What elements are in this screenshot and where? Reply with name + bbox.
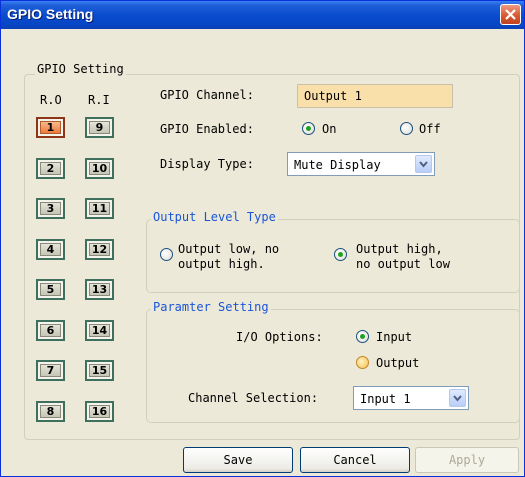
enabled-off-radio[interactable] [400,122,413,135]
io-options-label: I/O Options: [236,330,323,344]
close-icon [505,9,516,20]
channel-selection-select[interactable]: Input 1 [353,386,469,410]
window-title: GPIO Setting [7,6,94,22]
channel-button-label: 7 [40,364,61,377]
channel-button-10[interactable]: 10 [85,157,114,179]
channel-button-label: 13 [89,283,110,296]
enabled-on-radio[interactable] [302,122,315,135]
output-low-radio[interactable] [160,248,173,261]
gpio-channel-label: GPIO Channel: [160,88,254,102]
channel-selection-value: Input 1 [360,392,411,406]
ro-column-header: R.O [40,93,62,107]
gpio-channel-value: Output 1 [304,89,362,103]
channel-button-label: 4 [40,242,61,256]
io-input-label[interactable]: Input [376,330,412,344]
channel-button-7[interactable]: 7 [36,360,65,381]
io-output-label[interactable]: Output [376,356,419,370]
gpio-setting-legend: GPIO Setting [35,62,126,76]
output-level-type-legend: Output Level Type [151,210,278,224]
ri-column-header: R.I [88,93,110,107]
channel-button-label: 16 [89,404,110,418]
channel-button-5[interactable]: 5 [36,279,65,300]
io-input-radio[interactable] [356,330,369,343]
channel-button-14[interactable]: 14 [85,319,114,341]
channel-button-label: 6 [40,323,61,337]
channel-button-16[interactable]: 16 [85,400,114,422]
channel-button-4[interactable]: 4 [36,238,65,260]
cancel-button[interactable]: Cancel [300,447,410,473]
gpio-channel-field[interactable]: Output 1 [297,84,453,108]
channel-button-label: 8 [40,404,61,418]
channel-button-label: 2 [40,161,61,175]
display-type-dropdown-button[interactable] [415,155,432,173]
parameter-setting-legend: Paramter Setting [151,300,271,314]
channel-button-8[interactable]: 8 [36,400,65,422]
output-high-label[interactable]: Output high, no output low [356,242,450,272]
display-type-select[interactable]: Mute Display [287,152,435,176]
channel-selection-label: Channel Selection: [188,391,319,405]
channel-button-12[interactable]: 12 [85,238,114,260]
output-low-label[interactable]: Output low, no output high. [178,242,279,272]
gpio-enabled-label: GPIO Enabled: [160,122,254,136]
save-button[interactable]: Save [183,447,293,473]
channel-selection-dropdown-button[interactable] [449,389,466,407]
channel-button-label: 15 [89,364,110,377]
channel-button-13[interactable]: 13 [85,279,114,300]
title-bar[interactable]: GPIO Setting [1,1,524,29]
channel-button-15[interactable]: 15 [85,360,114,381]
channel-button-1[interactable]: 1 [36,117,65,138]
channel-button-6[interactable]: 6 [36,319,65,341]
channel-button-9[interactable]: 9 [85,117,114,138]
channel-button-label: 9 [89,121,110,134]
channel-button-label: 11 [89,202,110,215]
channel-button-label: 5 [40,283,61,296]
apply-button[interactable]: Apply [415,447,519,473]
chevron-down-icon [419,161,428,168]
output-high-radio[interactable] [334,248,347,261]
channel-button-3[interactable]: 3 [36,198,65,219]
display-type-label: Display Type: [160,157,254,171]
channel-button-11[interactable]: 11 [85,198,114,219]
channel-button-label: 1 [40,121,61,134]
channel-button-label: 14 [89,323,110,337]
chevron-down-icon [453,395,462,402]
io-output-radio[interactable] [356,356,369,369]
channel-button-2[interactable]: 2 [36,157,65,179]
display-type-value: Mute Display [294,158,381,172]
channel-button-label: 10 [89,161,110,175]
channel-button-label: 3 [40,202,61,215]
enabled-off-label[interactable]: Off [419,122,441,136]
enabled-on-label[interactable]: On [322,122,336,136]
close-button[interactable] [500,4,521,25]
channel-button-label: 12 [89,242,110,256]
